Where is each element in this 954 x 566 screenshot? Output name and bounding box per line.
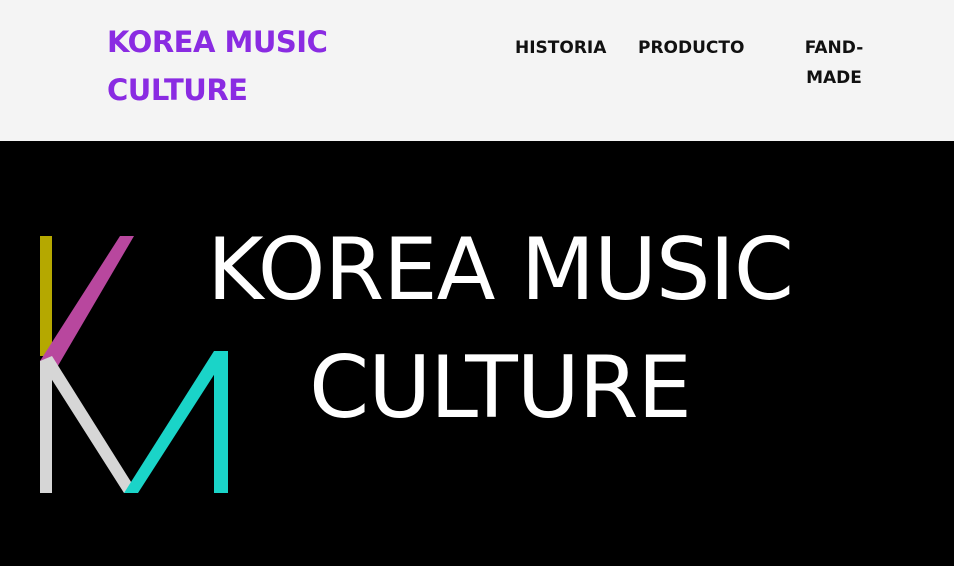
brand-logo-link[interactable]: KOREA MUSIC CULTURE [107, 18, 367, 114]
nav-link-fand-made[interactable]: FAND- MADE [796, 33, 872, 93]
nav-link-historia[interactable]: HISTORIA [515, 33, 606, 63]
nav-link-producto[interactable]: PRODUCTO [638, 33, 744, 63]
hero-title: KOREA MUSIC CULTURE [207, 220, 794, 438]
site-header: KOREA MUSIC CULTURE HISTORIA PRODUCTO FA… [0, 0, 954, 141]
hero-banner: KOREA MUSIC CULTURE [0, 141, 954, 566]
